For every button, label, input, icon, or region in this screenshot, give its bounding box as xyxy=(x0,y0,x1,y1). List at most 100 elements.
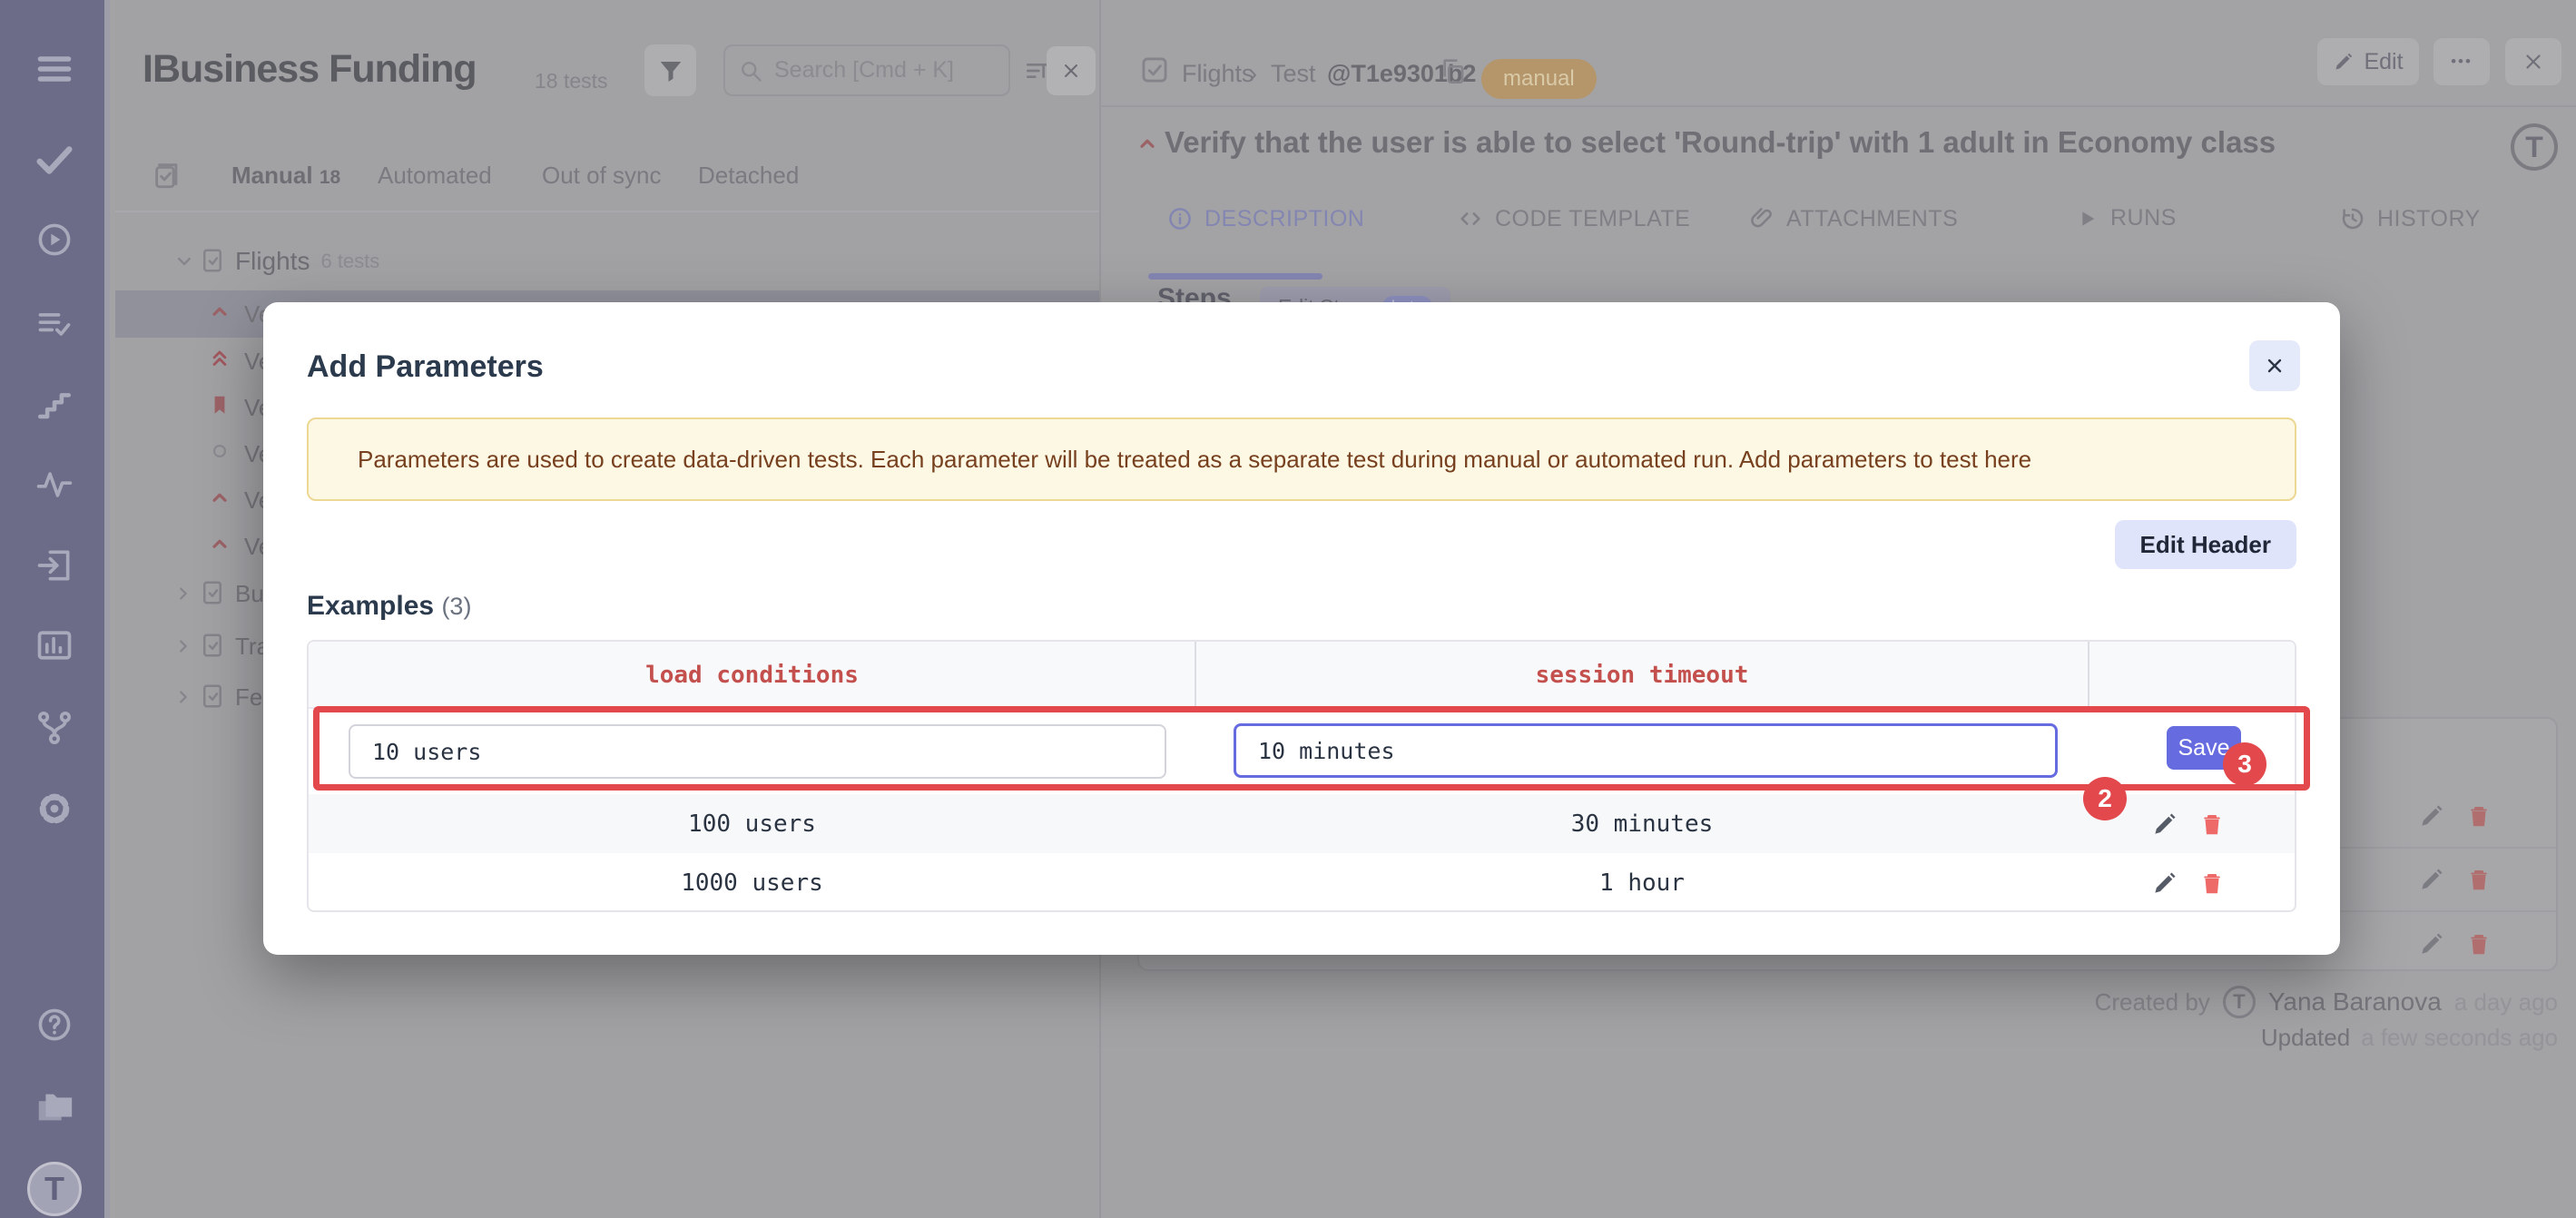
pencil-icon[interactable] xyxy=(2418,802,2445,830)
bookmark-icon xyxy=(208,393,237,422)
settings-gear-icon[interactable] xyxy=(34,788,75,830)
tests-check-icon[interactable] xyxy=(34,139,75,181)
test-file-icon xyxy=(199,579,228,608)
search-input[interactable] xyxy=(772,56,981,84)
created-ago: a day ago xyxy=(2453,987,2558,1016)
tab-automated[interactable]: Automated xyxy=(378,162,492,190)
pulse-activity-icon[interactable] xyxy=(34,464,75,506)
help-icon[interactable] xyxy=(34,1004,75,1046)
tab-description[interactable]: DESCRIPTION xyxy=(1166,205,1364,232)
delete-row-button[interactable] xyxy=(2198,810,2226,838)
pencil-icon[interactable] xyxy=(2418,866,2445,893)
modal-title: Add Parameters xyxy=(307,349,544,384)
steps-stairs-icon[interactable] xyxy=(34,383,75,425)
info-icon xyxy=(1169,208,1191,230)
testomat-logo[interactable]: T xyxy=(27,1162,82,1216)
suite-label: Fe xyxy=(235,683,263,711)
modal-close-button[interactable] xyxy=(2249,340,2300,391)
chevron-right-icon[interactable] xyxy=(172,685,199,709)
chevron-right-icon[interactable] xyxy=(172,634,199,658)
tests-count: 18 tests xyxy=(535,69,608,93)
checklist-icon[interactable] xyxy=(152,160,182,191)
pencil-icon[interactable] xyxy=(2418,930,2445,958)
manual-count: 18 xyxy=(319,167,341,188)
chevron-right-icon[interactable] xyxy=(172,582,199,605)
cell-load-conditions: 1000 users xyxy=(681,869,823,897)
annotation-highlight-rect xyxy=(313,706,2310,791)
trash-icon[interactable] xyxy=(2465,930,2492,958)
projects-folders-icon[interactable] xyxy=(34,1085,75,1127)
priority-highest-icon xyxy=(208,347,237,376)
column-header-load-conditions: load conditions xyxy=(645,662,859,689)
tab-attachments[interactable]: ATTACHMENTS xyxy=(1748,205,1958,232)
priority-high-icon xyxy=(208,486,237,515)
app-screen: T IBusiness Funding 18 tests Manual 18 A… xyxy=(0,0,2576,1218)
trash-icon[interactable] xyxy=(2465,802,2492,830)
examples-count: (3) xyxy=(441,593,472,620)
sidebar: T xyxy=(0,0,110,1218)
close-filter-button[interactable] xyxy=(1047,46,1096,95)
menu-icon[interactable] xyxy=(34,48,75,90)
updated-ago: a few seconds ago xyxy=(2361,1024,2558,1051)
tab-detached[interactable]: Detached xyxy=(698,162,799,190)
history-icon xyxy=(2342,208,2364,230)
search-icon xyxy=(742,61,762,82)
funnel-icon xyxy=(660,61,681,82)
branches-icon[interactable] xyxy=(34,707,75,749)
example-row: 100 users 30 minutes xyxy=(309,794,2295,853)
tab-code-template[interactable]: CODE TEMPLATE xyxy=(1457,205,1690,232)
breadcrumb-test: Test xyxy=(1271,60,1316,87)
manual-badge: manual xyxy=(1481,59,1597,99)
close-icon xyxy=(1065,64,1077,77)
breadcrumb-separator: › xyxy=(1249,60,1257,87)
column-header-session-timeout: session timeout xyxy=(1535,662,1749,689)
table-header: load conditions session timeout xyxy=(309,642,2295,709)
tab-manual[interactable]: Manual 18 xyxy=(231,162,340,190)
tab-runs[interactable]: RUNS xyxy=(2074,205,2177,231)
copy-icon[interactable] xyxy=(1439,56,1468,85)
trash-icon[interactable] xyxy=(2465,866,2492,893)
checkbox-icon xyxy=(1139,54,1170,85)
priority-normal-circle-icon xyxy=(208,439,237,468)
suite-count: 6 tests xyxy=(320,250,380,272)
detail-header: Flights › Test @T1e9301b2 manual Edit ••… xyxy=(1101,0,2576,107)
edit-header-button[interactable]: Edit Header xyxy=(2114,520,2296,569)
column-divider xyxy=(2088,642,2089,709)
test-title: Verify that the user is able to select '… xyxy=(1165,125,2276,159)
import-sign-in-icon[interactable] xyxy=(34,545,75,586)
edit-row-button[interactable] xyxy=(2151,869,2178,897)
breadcrumb-suite[interactable]: Flights xyxy=(1182,60,1254,88)
testomat-watermark-logo: T xyxy=(2511,123,2558,171)
pencil-icon xyxy=(2155,872,2176,893)
test-file-icon xyxy=(199,683,228,712)
test-file-icon xyxy=(199,247,228,276)
more-button[interactable]: ••• xyxy=(2433,38,2490,85)
trash-icon xyxy=(2204,814,2220,834)
suite-row-flights[interactable]: Flights 6 tests xyxy=(115,238,1099,285)
delete-row-button[interactable] xyxy=(2198,869,2226,897)
plans-list-check-icon[interactable] xyxy=(34,303,75,345)
example-row: 1000 users 1 hour xyxy=(309,853,2295,912)
collapse-chevron-icon[interactable] xyxy=(1136,132,1159,155)
created-label: Created by xyxy=(2094,987,2210,1016)
project-title: IBusiness Funding xyxy=(143,47,477,91)
cell-load-conditions: 100 users xyxy=(688,810,816,838)
edit-row-button[interactable] xyxy=(2151,810,2178,838)
analytics-bar-chart-icon[interactable] xyxy=(34,624,75,666)
close-icon xyxy=(2526,54,2541,69)
chevron-down-icon[interactable] xyxy=(172,249,199,274)
play-icon xyxy=(2082,211,2095,226)
paperclip-icon xyxy=(1751,208,1772,228)
runs-play-circle-icon[interactable] xyxy=(34,219,75,260)
search-box[interactable] xyxy=(723,44,1010,96)
filter-button[interactable] xyxy=(644,44,696,96)
column-divider xyxy=(1195,642,1196,709)
annotation-step-2: 2 xyxy=(2083,777,2127,820)
edit-button[interactable]: Edit xyxy=(2317,38,2419,85)
active-tab-underline xyxy=(1148,273,1322,280)
close-panel-button[interactable] xyxy=(2505,38,2561,85)
info-banner: Parameters are used to create data-drive… xyxy=(307,417,2296,501)
tab-out-of-sync[interactable]: Out of sync xyxy=(542,162,662,190)
tests-tabs-bar: Manual 18 Automated Out of sync Detached xyxy=(115,154,1099,212)
tab-history[interactable]: HISTORY xyxy=(2339,205,2481,232)
